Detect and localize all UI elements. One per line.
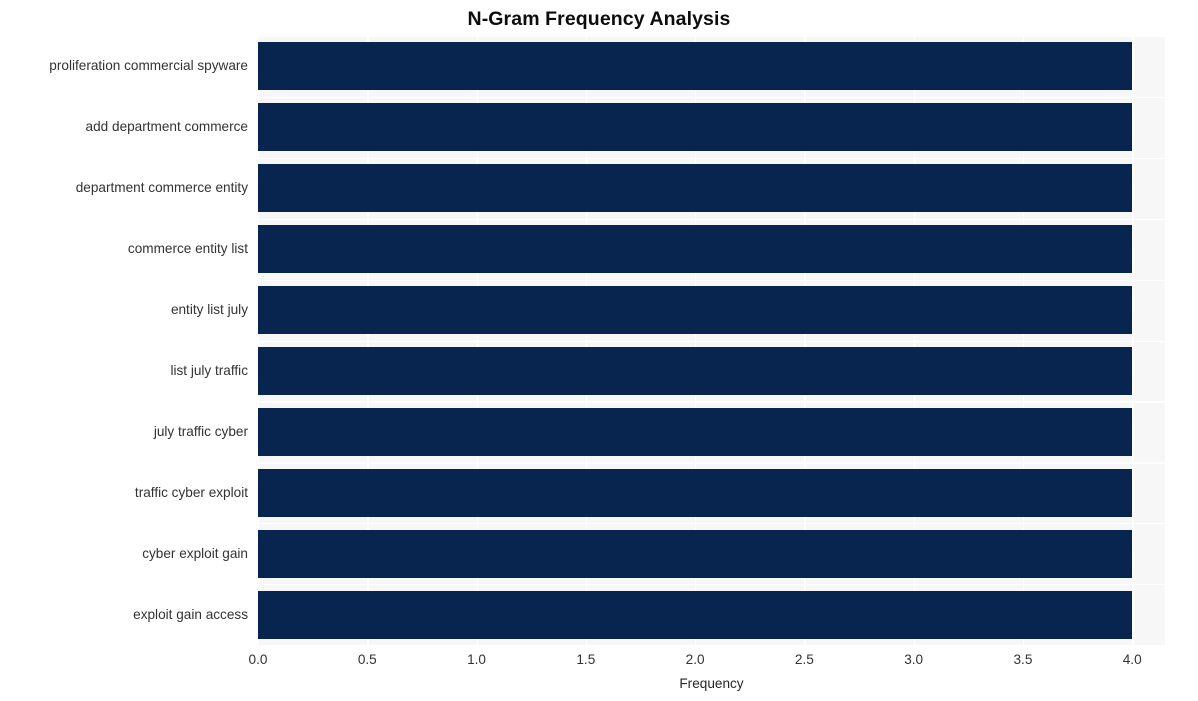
- bar[interactable]: [258, 164, 1133, 213]
- x-axis-tick-label: 2.5: [794, 652, 814, 667]
- horizontal-gridline: [258, 584, 1165, 586]
- x-axis-tick-label: 2.0: [685, 652, 705, 667]
- horizontal-gridline: [258, 462, 1165, 464]
- x-axis-tick-label: 0.5: [357, 652, 377, 667]
- y-axis-tick-label: list july traffic: [170, 362, 248, 378]
- bar[interactable]: [258, 468, 1133, 517]
- x-axis-tick-label: 3.5: [1013, 652, 1033, 667]
- x-axis-tick-label: 4.0: [1122, 652, 1142, 667]
- horizontal-gridline: [258, 523, 1165, 525]
- x-axis-tick-label: 0.0: [248, 652, 268, 667]
- y-axis-tick-label: july traffic cyber: [153, 423, 248, 439]
- bar[interactable]: [258, 529, 1133, 578]
- horizontal-gridline: [258, 36, 1165, 38]
- y-axis-tick-label: entity list july: [170, 302, 248, 318]
- y-axis-tick-label: cyber exploit gain: [142, 545, 248, 561]
- y-axis-tick-label: proliferation commercial spyware: [49, 58, 248, 74]
- horizontal-gridline: [258, 401, 1165, 403]
- bar[interactable]: [258, 407, 1133, 456]
- plot-area: [258, 36, 1165, 645]
- chart-figure: N-Gram Frequency Analysis proliferation …: [0, 0, 1198, 701]
- bar[interactable]: [258, 346, 1133, 395]
- bar[interactable]: [258, 42, 1133, 91]
- x-axis-tick-label: 3.0: [904, 652, 924, 667]
- bar[interactable]: [258, 590, 1133, 639]
- y-axis-tick-label: exploit gain access: [133, 606, 248, 622]
- chart-title: N-Gram Frequency Analysis: [467, 8, 731, 30]
- y-axis-tick-label: department commerce entity: [75, 180, 248, 196]
- y-axis-tick-label: add department commerce: [85, 119, 248, 135]
- x-axis-label: Frequency: [679, 676, 744, 691]
- horizontal-gridline: [258, 157, 1165, 160]
- horizontal-gridline: [258, 279, 1165, 281]
- bar[interactable]: [258, 103, 1133, 152]
- x-axis-tick-label: 1.5: [576, 652, 596, 667]
- horizontal-gridline: [258, 96, 1165, 99]
- horizontal-gridline: [258, 218, 1165, 220]
- y-axis-tick-label: commerce entity list: [127, 241, 248, 257]
- bar[interactable]: [258, 225, 1133, 274]
- y-axis-tick-label: traffic cyber exploit: [134, 484, 248, 500]
- horizontal-gridline: [258, 340, 1165, 342]
- x-axis-tick-label: 1.0: [467, 652, 486, 667]
- bar[interactable]: [258, 286, 1133, 335]
